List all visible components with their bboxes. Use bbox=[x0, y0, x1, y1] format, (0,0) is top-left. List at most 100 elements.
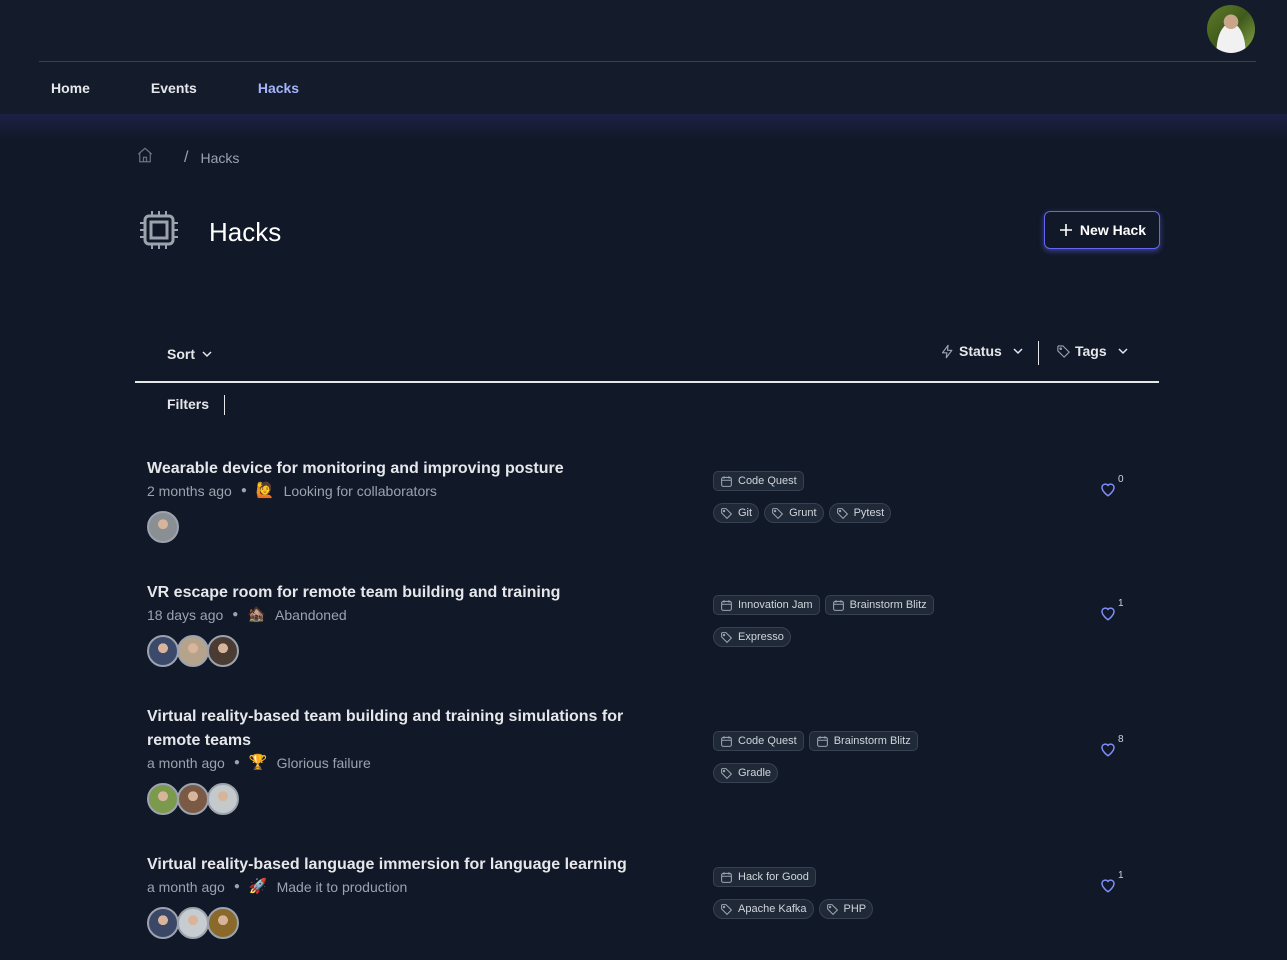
like-button[interactable]: 8 bbox=[1099, 734, 1124, 758]
new-hack-label: New Hack bbox=[1079, 222, 1147, 238]
event-chip-label: Hack for Good bbox=[738, 871, 809, 883]
status-emoji-icon: 🚀 bbox=[248, 878, 268, 895]
event-chip-label: Code Quest bbox=[738, 735, 797, 747]
tag-icon bbox=[1057, 344, 1070, 358]
home-icon[interactable] bbox=[136, 146, 154, 169]
hack-time: 18 days ago bbox=[147, 607, 224, 623]
hack-item[interactable]: Wearable device for monitoring and impro… bbox=[147, 457, 1147, 543]
member-avatar[interactable] bbox=[147, 635, 179, 667]
hack-title[interactable]: Wearable device for monitoring and impro… bbox=[147, 457, 647, 481]
hack-chips: Code Quest Brainstorm Blitz Gradle bbox=[713, 731, 918, 795]
event-chip[interactable]: Code Quest bbox=[713, 731, 804, 751]
status-filter[interactable]: Status bbox=[940, 343, 1024, 359]
member-avatar[interactable] bbox=[147, 783, 179, 815]
member-avatar[interactable] bbox=[207, 783, 239, 815]
nav-home[interactable]: Home bbox=[51, 80, 90, 96]
nav-hacks[interactable]: Hacks bbox=[258, 80, 299, 96]
member-avatars bbox=[147, 511, 1147, 543]
tags-filter[interactable]: Tags bbox=[1056, 343, 1129, 359]
hack-status: Made it to production bbox=[276, 879, 408, 895]
new-hack-button[interactable]: New Hack bbox=[1044, 211, 1160, 249]
page-title: Hacks bbox=[209, 217, 282, 247]
hack-chips: Code Quest Git Grunt Pytest bbox=[713, 471, 892, 535]
calendar-icon bbox=[721, 871, 732, 883]
sort-label: Sort bbox=[167, 346, 195, 362]
member-avatar[interactable] bbox=[177, 783, 209, 815]
hack-chips: Hack for Good Apache Kafka PHP bbox=[713, 867, 874, 931]
like-button[interactable]: 1 bbox=[1099, 870, 1124, 894]
event-chip[interactable]: Innovation Jam bbox=[713, 595, 820, 615]
tag-icon bbox=[836, 507, 848, 519]
top-bar bbox=[0, 0, 1287, 114]
hack-title[interactable]: Virtual reality-based team building and … bbox=[147, 705, 647, 753]
chip-icon bbox=[138, 209, 180, 256]
like-button[interactable]: 1 bbox=[1099, 598, 1124, 622]
member-avatars bbox=[147, 635, 1147, 667]
tag-chip[interactable]: Grunt bbox=[764, 503, 824, 523]
filters-label: Filters bbox=[167, 396, 210, 412]
tag-chip-label: PHP bbox=[843, 903, 867, 915]
tag-chip-label: Grunt bbox=[789, 507, 817, 519]
tag-chips: Gradle bbox=[713, 763, 918, 783]
event-chips: Code Quest Brainstorm Blitz bbox=[713, 731, 918, 751]
calendar-icon bbox=[721, 475, 732, 487]
tag-icon bbox=[721, 767, 733, 779]
hack-item[interactable]: VR escape room for remote team building … bbox=[147, 581, 1147, 667]
hack-time: a month ago bbox=[147, 879, 225, 895]
tag-chip-label: Pytest bbox=[853, 507, 885, 519]
breadcrumb-current: Hacks bbox=[200, 149, 240, 166]
heart-icon bbox=[1101, 879, 1115, 893]
event-chip[interactable]: Code Quest bbox=[713, 471, 804, 491]
tag-chip[interactable]: Expresso bbox=[713, 627, 791, 647]
chevron-down-icon bbox=[202, 351, 212, 358]
heart-icon bbox=[1101, 607, 1115, 621]
hack-meta: a month ago ● 🚀 Made it to production bbox=[147, 877, 1147, 897]
member-avatar[interactable] bbox=[177, 907, 209, 939]
lightning-icon bbox=[941, 344, 953, 358]
hack-status: Looking for collaborators bbox=[283, 483, 437, 499]
like-count: 8 bbox=[1118, 734, 1124, 745]
toolbar-divider-line bbox=[135, 381, 1159, 383]
tag-icon bbox=[826, 903, 838, 915]
hack-item[interactable]: Virtual reality-based team building and … bbox=[147, 705, 1147, 815]
member-avatar[interactable] bbox=[177, 635, 209, 667]
tag-chip[interactable]: Gradle bbox=[713, 763, 779, 783]
status-emoji-icon: 🏆 bbox=[248, 754, 268, 771]
hack-item[interactable]: Virtual reality-based language immersion… bbox=[147, 853, 1147, 939]
member-avatar[interactable] bbox=[207, 635, 239, 667]
member-avatar[interactable] bbox=[147, 511, 179, 543]
heart-icon bbox=[1101, 483, 1115, 497]
tag-chip[interactable]: Apache Kafka bbox=[713, 899, 814, 919]
chevron-down-icon bbox=[1013, 348, 1023, 355]
user-avatar[interactable] bbox=[1207, 5, 1255, 53]
meta-separator: ● bbox=[232, 609, 239, 620]
nav-events[interactable]: Events bbox=[151, 80, 197, 96]
tag-chip[interactable]: PHP bbox=[818, 899, 874, 919]
event-chip[interactable]: Hack for Good bbox=[713, 867, 816, 887]
member-avatar[interactable] bbox=[207, 907, 239, 939]
tag-icon bbox=[772, 507, 784, 519]
event-chips: Hack for Good bbox=[713, 867, 873, 887]
hack-meta: a month ago ● 🏆 Glorious failure bbox=[147, 753, 1147, 773]
hack-status: Glorious failure bbox=[276, 755, 371, 771]
plus-icon bbox=[1059, 224, 1072, 236]
event-chip-label: Brainstorm Blitz bbox=[849, 599, 927, 611]
tag-chip-label: Expresso bbox=[738, 631, 784, 643]
calendar-icon bbox=[816, 735, 828, 747]
tag-chip[interactable]: Pytest bbox=[828, 503, 892, 523]
event-chip[interactable]: Brainstorm Blitz bbox=[808, 731, 918, 751]
tags-label: Tags bbox=[1075, 343, 1107, 359]
event-chip[interactable]: Brainstorm Blitz bbox=[824, 595, 934, 615]
tag-icon bbox=[721, 631, 733, 643]
tag-chip[interactable]: Git bbox=[713, 503, 760, 523]
status-emoji-icon: 🏚️ bbox=[247, 606, 267, 623]
hack-title[interactable]: Virtual reality-based language immersion… bbox=[147, 853, 647, 877]
calendar-icon bbox=[832, 599, 844, 611]
like-button[interactable]: 0 bbox=[1099, 474, 1124, 498]
member-avatars bbox=[147, 907, 1147, 939]
hack-title[interactable]: VR escape room for remote team building … bbox=[147, 581, 647, 605]
hack-time: a month ago bbox=[147, 755, 225, 771]
member-avatar[interactable] bbox=[147, 907, 179, 939]
sort-dropdown[interactable]: Sort bbox=[167, 346, 213, 362]
meta-separator: ● bbox=[233, 881, 240, 892]
